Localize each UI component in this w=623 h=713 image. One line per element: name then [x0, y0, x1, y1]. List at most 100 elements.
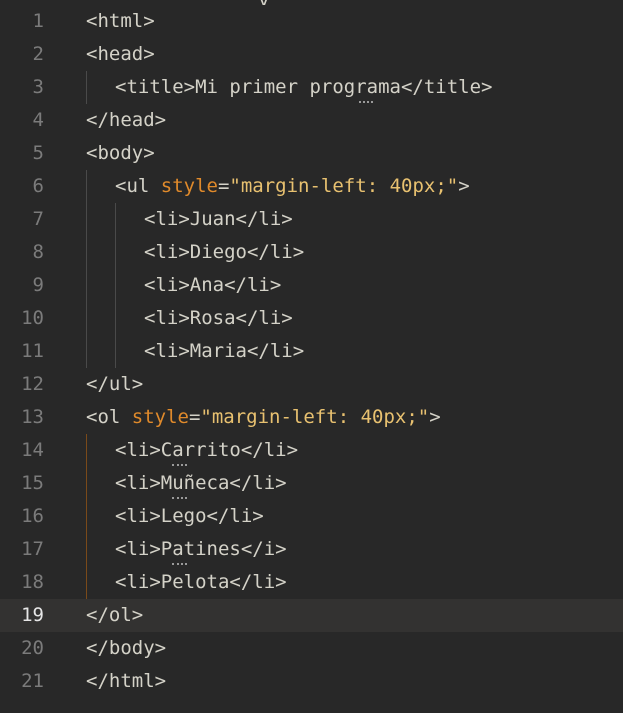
- line-code: <li>Pelota</li>: [115, 566, 287, 599]
- line-code: </ol>: [86, 599, 143, 632]
- html-tag: </ul>: [86, 373, 144, 395]
- line-code: <li>Maria</li>: [144, 335, 304, 368]
- html-tag: <li>: [144, 241, 190, 263]
- line-code: <li>Lego</li>: [115, 500, 264, 533]
- html-tag: </ol>: [86, 604, 144, 626]
- indent-guide: [86, 71, 87, 104]
- text-content: Ana: [189, 274, 225, 296]
- line-code: <li>Rosa</li>: [144, 302, 293, 335]
- line-number: 8: [32, 241, 44, 263]
- line-code: <body>: [86, 137, 155, 170]
- text-content: Rosa: [189, 307, 236, 329]
- line-number: 17: [21, 538, 44, 560]
- line-code: <ul style="margin-left: 40px;">: [115, 170, 470, 203]
- spellcheck-underline: [172, 561, 187, 565]
- code-line[interactable]: 14 <li>Carrito</li>: [0, 434, 623, 467]
- html-tag: </li>: [224, 274, 282, 296]
- code-line[interactable]: 4 </head>: [0, 104, 623, 137]
- code-line[interactable]: 19 </ol>: [0, 599, 623, 632]
- html-tag: <head>: [86, 43, 155, 65]
- code-line[interactable]: 2 <head>: [0, 38, 623, 71]
- html-tag: </li>: [206, 505, 264, 527]
- code-line[interactable]: 11 <li>Maria</li>: [0, 335, 623, 368]
- html-tag: <li>: [144, 307, 190, 329]
- html-tag: <html>: [86, 10, 155, 32]
- html-tag: </li>: [246, 340, 305, 362]
- code-line[interactable]: 12 </ul>: [0, 368, 623, 401]
- line-number: 4: [32, 109, 44, 131]
- line-code: </html>: [86, 665, 166, 698]
- line-number: 3: [32, 76, 44, 98]
- html-tag: <li>: [115, 472, 161, 494]
- code-line[interactable]: 17 <li>Patines</i>: [0, 533, 623, 566]
- line-number: 14: [21, 439, 44, 461]
- line-number: 11: [21, 340, 44, 362]
- line-number: 13: [21, 406, 44, 428]
- code-line[interactable]: 6 <ul style="margin-left: 40px;">: [0, 170, 623, 203]
- line-number: 2: [32, 43, 44, 65]
- spellcheck-underline: [358, 99, 374, 103]
- html-tag: <li>: [115, 538, 161, 560]
- code-line[interactable]: 7 <li>Juan</li>: [0, 203, 623, 236]
- attribute-name: style: [160, 175, 218, 197]
- html-tag: <li>: [115, 439, 161, 461]
- line-number: 5: [32, 142, 44, 164]
- code-line[interactable]: 15 <li>Muñeca</li>: [0, 467, 623, 500]
- line-code: </body>: [86, 632, 166, 665]
- text-content: Maria: [189, 340, 247, 362]
- html-tag: </li>: [229, 571, 287, 593]
- html-tag: </body>: [86, 637, 167, 659]
- attribute-value: "margin-left: 40px;": [200, 406, 430, 428]
- code-line[interactable]: 21 </html>: [0, 665, 623, 698]
- text-content: Patines: [160, 538, 241, 560]
- html-tag: =: [188, 406, 201, 428]
- html-tag: <ol: [86, 406, 132, 428]
- line-number: 1: [32, 10, 44, 32]
- code-editor[interactable]: y 1<html>2<head>3<title>Mi primer progra…: [0, 0, 623, 713]
- line-number: 7: [32, 208, 44, 230]
- code-line[interactable]: 1 <html>: [0, 5, 623, 38]
- code-line[interactable]: 10 <li>Rosa</li>: [0, 302, 623, 335]
- html-tag: <li>: [115, 505, 161, 527]
- code-line[interactable]: 8 <li>Diego</li>: [0, 236, 623, 269]
- text-content: Lego: [160, 505, 207, 527]
- line-number: 15: [21, 472, 44, 494]
- line-code: <li>Ana</li>: [144, 269, 281, 302]
- code-line[interactable]: 20 </body>: [0, 632, 623, 665]
- code-line[interactable]: 3 <title>Mi primer programa</title>: [0, 71, 623, 104]
- html-tag: </li>: [235, 208, 293, 230]
- text-content: Diego: [189, 241, 247, 263]
- text-content: Pelota: [160, 571, 230, 593]
- line-code: <li>Diego</li>: [144, 236, 304, 269]
- html-tag: <ul: [115, 175, 161, 197]
- line-code: <html>: [86, 5, 155, 38]
- attribute-value: "margin-left: 40px;": [229, 175, 459, 197]
- spellcheck-underline: [172, 495, 187, 499]
- html-tag: <title>: [115, 76, 196, 98]
- code-line[interactable]: 9 <li>Ana</li>: [0, 269, 623, 302]
- line-number: 16: [21, 505, 44, 527]
- line-number: 12: [21, 373, 44, 395]
- html-tag: <li>: [144, 340, 190, 362]
- attribute-name: style: [131, 406, 189, 428]
- code-line[interactable]: 5 <body>: [0, 137, 623, 170]
- code-line[interactable]: 18 <li>Pelota</li>: [0, 566, 623, 599]
- indent-guide: [86, 434, 87, 599]
- code-line[interactable]: 13 <ol style="margin-left: 40px;">: [0, 401, 623, 434]
- line-number: 21: [21, 670, 44, 692]
- line-code: </ul>: [86, 368, 143, 401]
- line-code: <li>Patines</i>: [115, 533, 287, 566]
- line-code: <title>Mi primer programa</title>: [115, 71, 493, 104]
- html-tag: </title>: [400, 76, 493, 98]
- line-number: 20: [21, 637, 44, 659]
- text-content: Muñeca: [160, 472, 230, 494]
- html-tag: <li>: [144, 274, 190, 296]
- text-content: Juan: [189, 208, 236, 230]
- line-number: 18: [21, 571, 44, 593]
- line-code: <li>Juan</li>: [144, 203, 293, 236]
- line-number: 19: [21, 604, 44, 626]
- indent-guide: [86, 170, 87, 368]
- html-tag: >: [458, 175, 470, 197]
- code-line[interactable]: 16 <li>Lego</li>: [0, 500, 623, 533]
- html-tag: </li>: [240, 439, 299, 461]
